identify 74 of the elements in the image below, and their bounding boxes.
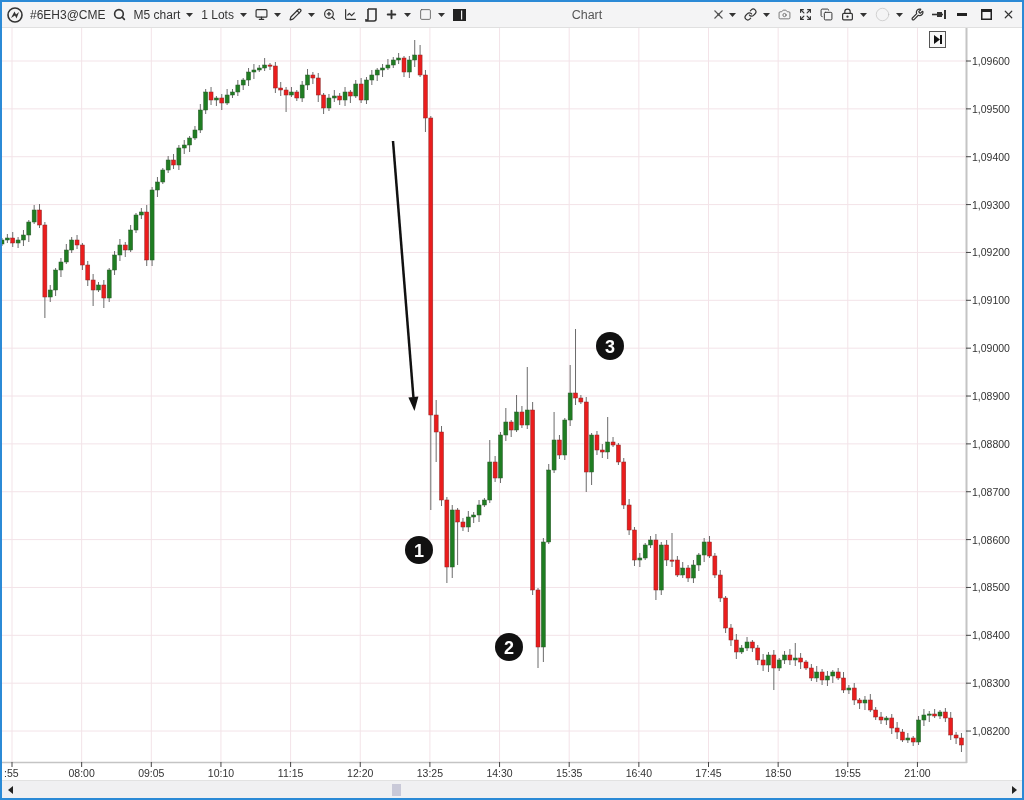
- step-marker: 1: [405, 536, 433, 564]
- time-label: 13:25: [416, 767, 444, 779]
- logo-icon: [7, 6, 23, 23]
- time-label: 14:30: [486, 767, 513, 779]
- time-label: :55: [4, 767, 19, 779]
- horizontal-scrollbar[interactable]: [2, 780, 1022, 798]
- price-label: 1,09500: [972, 102, 1010, 115]
- cross-icon: [714, 10, 723, 19]
- caret-icon: [763, 12, 770, 17]
- scrollbar-thumb[interactable]: [392, 783, 401, 796]
- link-icon: [744, 8, 757, 21]
- search-icon: [112, 8, 126, 21]
- panel-icon: [452, 8, 466, 21]
- price-label: 1,09400: [972, 150, 1010, 163]
- price-label: 1,08500: [972, 581, 1010, 594]
- time-label: 17:45: [695, 767, 722, 779]
- skip-end-icon: [934, 35, 942, 44]
- time-label: 11:15: [277, 767, 304, 779]
- page-icon: [364, 7, 377, 22]
- price-label: 1,08800: [972, 437, 1010, 450]
- time-label: 15:35: [556, 767, 583, 779]
- square-icon: [418, 8, 432, 21]
- price-label: 1,08300: [972, 677, 1010, 690]
- minimize-icon: [957, 13, 967, 16]
- right-triangle-icon: [1011, 785, 1017, 794]
- copy-icon: [820, 8, 833, 21]
- time-label: 16:40: [625, 767, 652, 779]
- scroll-to-end-button[interactable]: [929, 31, 946, 48]
- wrench-icon: [911, 8, 924, 21]
- zoom-in-icon: [322, 8, 336, 21]
- pencil-icon: [288, 8, 302, 21]
- time-label: 19:55: [834, 767, 861, 779]
- time-label: 10:10: [207, 767, 235, 779]
- symbol-button[interactable]: #6EH3@CME: [28, 3, 108, 26]
- step-marker: 2: [495, 633, 523, 661]
- caret-icon: [729, 12, 736, 17]
- pin-icon: [932, 10, 946, 19]
- caret-icon: [896, 12, 903, 17]
- window-title: Chart: [570, 7, 604, 22]
- price-label: 1,08700: [972, 485, 1010, 498]
- time-label: 08:00: [68, 767, 95, 779]
- caret-icon: [273, 12, 281, 17]
- caret-icon: [307, 12, 315, 17]
- chart-line-icon: [343, 8, 357, 21]
- time-label: 09:05: [138, 767, 165, 779]
- time-label: 12:20: [347, 767, 374, 779]
- camera-icon: [778, 8, 791, 21]
- caret-icon: [403, 12, 411, 17]
- price-label: 1,08400: [972, 629, 1010, 642]
- price-label: 1,08200: [972, 725, 1010, 738]
- time-label: 18:50: [765, 767, 792, 779]
- price-label: 1,08600: [972, 533, 1010, 546]
- lock-icon: [841, 8, 854, 21]
- caret-icon: [186, 12, 194, 17]
- price-label: 1,08900: [972, 390, 1010, 402]
- caret-icon: [239, 12, 247, 17]
- left-triangle-icon: [7, 785, 13, 794]
- caret-icon: [860, 12, 867, 17]
- timeframe-dropdown[interactable]: M5 chart: [130, 3, 197, 26]
- circle-icon: [875, 7, 890, 22]
- plus-icon: [384, 8, 398, 21]
- maximize-icon: [980, 9, 992, 20]
- time-label: 21:00: [904, 767, 931, 779]
- price-label: 1,09600: [972, 55, 1010, 67]
- close-icon: [1002, 8, 1015, 21]
- monitor-icon: [254, 8, 268, 21]
- price-label: 1,09200: [972, 246, 1010, 259]
- expand-icon: [799, 8, 812, 21]
- price-label: 1,09300: [972, 198, 1010, 211]
- price-label: 1,09100: [972, 294, 1010, 307]
- step-marker: 3: [596, 332, 624, 360]
- price-label: 1,09000: [972, 342, 1010, 355]
- caret-icon: [437, 12, 445, 17]
- lots-dropdown[interactable]: 1 Lots: [198, 3, 250, 26]
